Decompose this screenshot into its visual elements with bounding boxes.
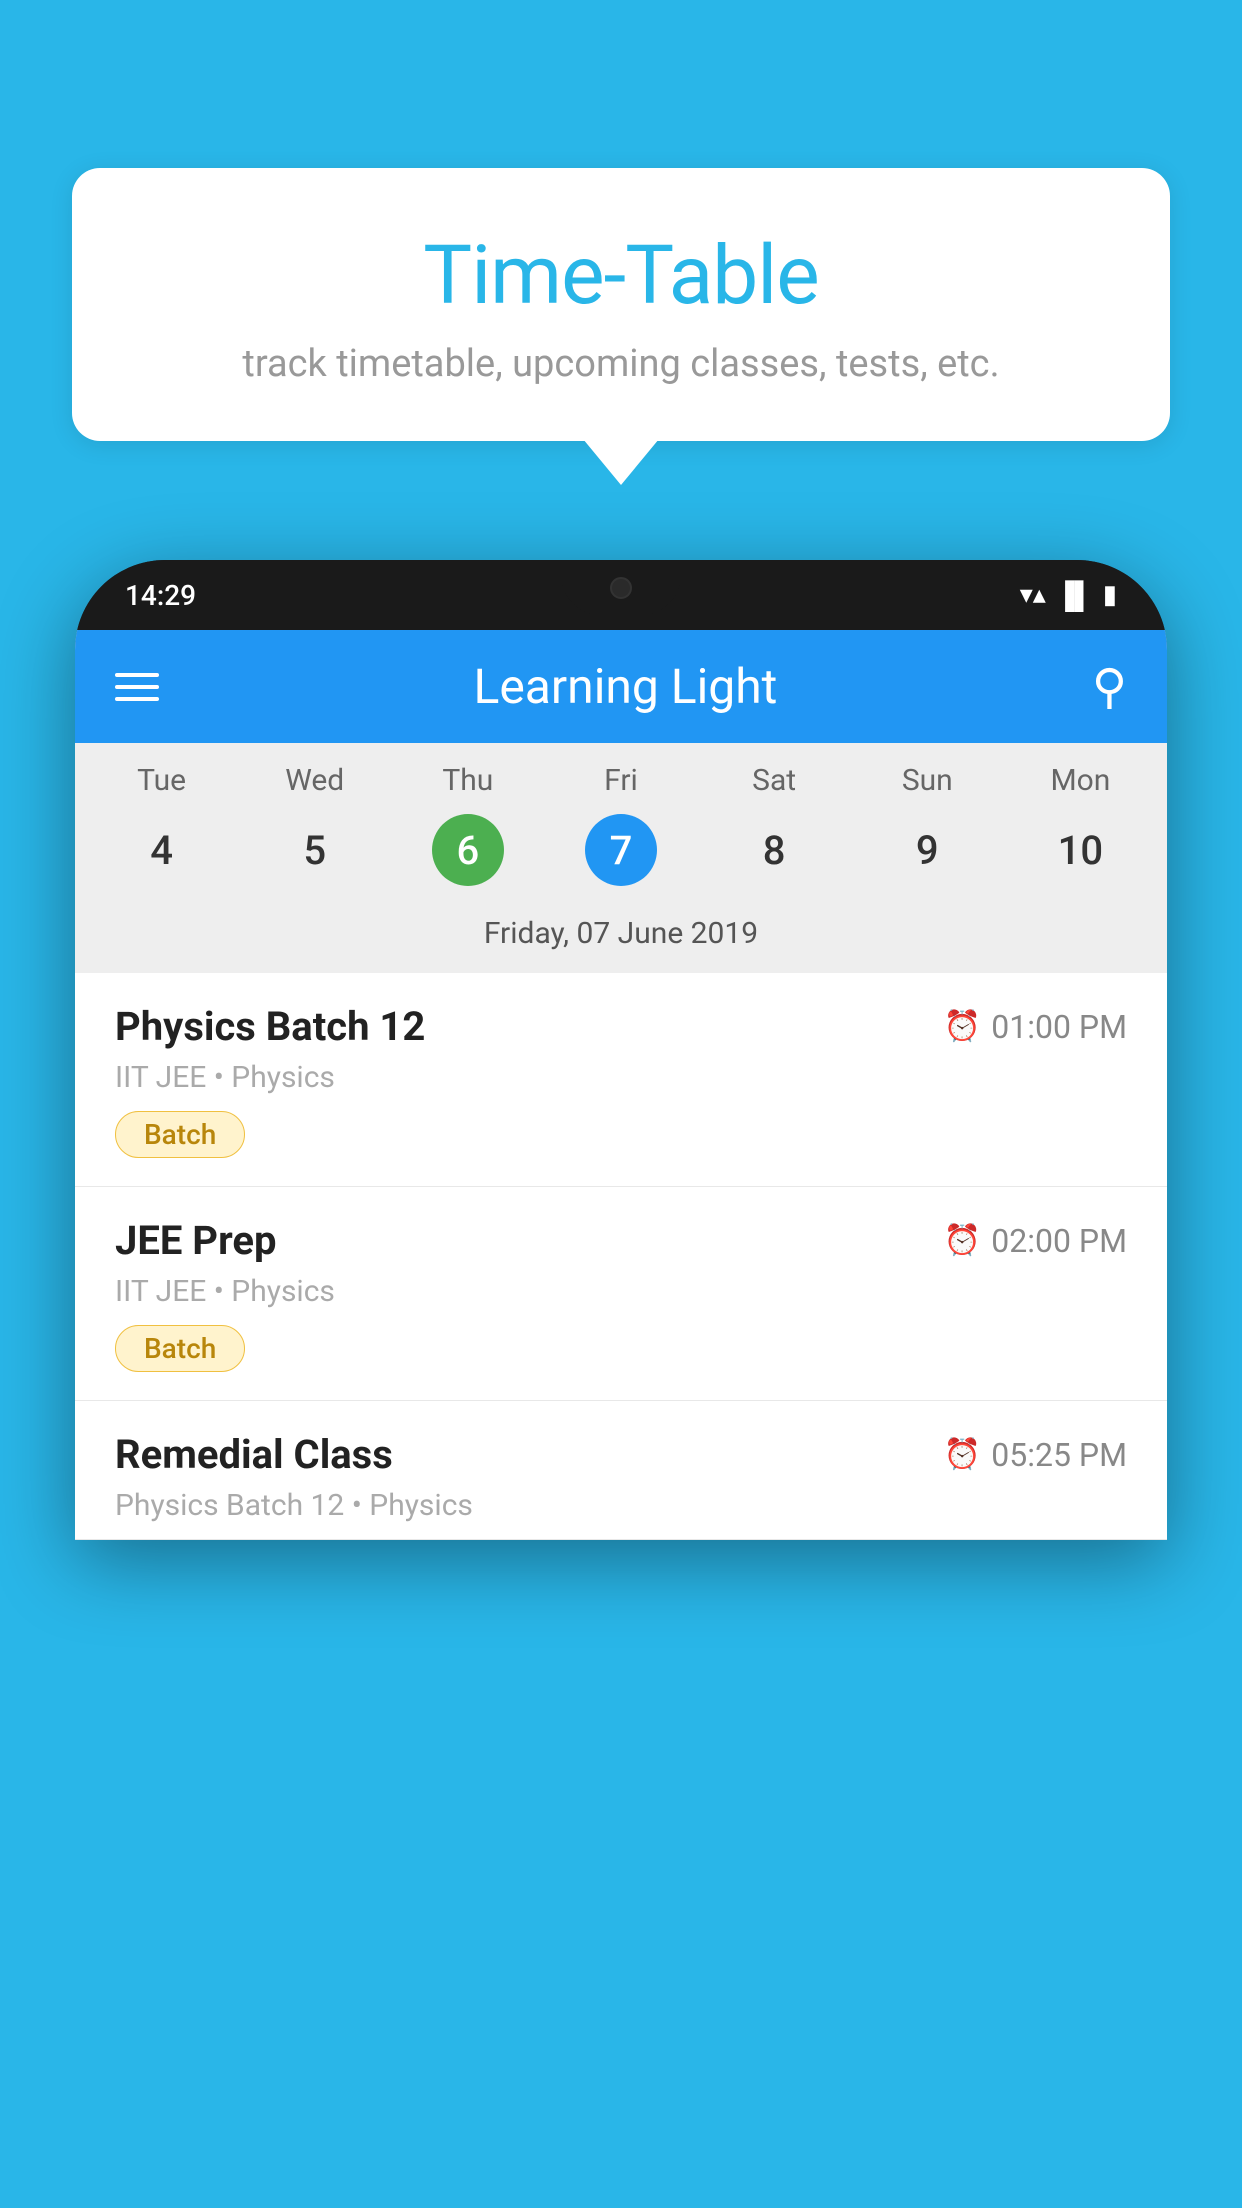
schedule-item-2[interactable]: JEE Prep ⏰ 02:00 PM IIT JEE • Physics Ba…	[75, 1187, 1167, 1401]
schedule-title-1: Physics Batch 12	[115, 1003, 425, 1050]
date-5[interactable]: 5	[238, 814, 391, 886]
time-value-2: 02:00 PM	[991, 1222, 1127, 1260]
day-sun: Sun	[851, 763, 1004, 798]
clock-icon-2: ⏰	[944, 1223, 981, 1258]
date-8[interactable]: 8	[698, 814, 851, 886]
week-dates: 4 5 6 7 8 9	[75, 806, 1167, 906]
app-header: Learning Light ⚲	[75, 630, 1167, 743]
day-fri: Fri	[544, 763, 697, 798]
schedule-time-3: ⏰ 05:25 PM	[944, 1436, 1127, 1474]
schedule-meta-1: IIT JEE • Physics	[115, 1060, 1127, 1095]
status-icons: ▾▴ ▐▌ ▮	[1020, 580, 1117, 611]
phone-mockup: 14:29 ▾▴ ▐▌ ▮ Learning Light ⚲	[75, 560, 1167, 2208]
schedule-item-3[interactable]: Remedial Class ⏰ 05:25 PM Physics Batch …	[75, 1401, 1167, 1540]
status-bar: 14:29 ▾▴ ▐▌ ▮	[75, 560, 1167, 630]
day-tue: Tue	[85, 763, 238, 798]
clock-icon-3: ⏰	[944, 1437, 981, 1472]
date-6-today[interactable]: 6	[391, 814, 544, 886]
speech-bubble: Time-Table track timetable, upcoming cla…	[72, 168, 1170, 441]
bubble-title: Time-Table	[112, 228, 1130, 324]
schedule-title-3: Remedial Class	[115, 1431, 393, 1478]
schedule-time-1: ⏰ 01:00 PM	[944, 1008, 1127, 1046]
date-10[interactable]: 10	[1004, 814, 1157, 886]
clock-icon-1: ⏰	[944, 1009, 981, 1044]
phone-frame: 14:29 ▾▴ ▐▌ ▮ Learning Light ⚲	[75, 560, 1167, 1540]
battery-icon: ▮	[1103, 580, 1117, 610]
wifi-icon: ▾▴	[1020, 580, 1046, 610]
search-icon[interactable]: ⚲	[1092, 658, 1127, 715]
calendar-section: Tue Wed Thu Fri Sat Sun Mon 4 5	[75, 743, 1167, 973]
bubble-subtitle: track timetable, upcoming classes, tests…	[112, 342, 1130, 386]
app-title: Learning Light	[474, 658, 778, 715]
status-time: 14:29	[125, 579, 196, 612]
schedule-meta-3: Physics Batch 12 • Physics	[115, 1488, 1127, 1523]
date-7-selected[interactable]: 7	[544, 814, 697, 886]
schedule-title-2: JEE Prep	[115, 1217, 276, 1264]
notch	[561, 560, 681, 615]
batch-badge-2: Batch	[115, 1325, 245, 1372]
batch-badge-1: Batch	[115, 1111, 245, 1158]
signal-icon: ▐▌	[1056, 580, 1093, 611]
schedule-item-2-header: JEE Prep ⏰ 02:00 PM	[115, 1217, 1127, 1264]
schedule-item-1-header: Physics Batch 12 ⏰ 01:00 PM	[115, 1003, 1127, 1050]
schedule-list: Physics Batch 12 ⏰ 01:00 PM IIT JEE • Ph…	[75, 973, 1167, 1540]
schedule-item-1[interactable]: Physics Batch 12 ⏰ 01:00 PM IIT JEE • Ph…	[75, 973, 1167, 1187]
schedule-meta-2: IIT JEE • Physics	[115, 1274, 1127, 1309]
schedule-item-3-header: Remedial Class ⏰ 05:25 PM	[115, 1431, 1127, 1478]
day-mon: Mon	[1004, 763, 1157, 798]
app-screen: Learning Light ⚲ Tue Wed Thu Fri Sat Sun…	[75, 630, 1167, 1540]
date-4[interactable]: 4	[85, 814, 238, 886]
day-thu: Thu	[391, 763, 544, 798]
front-camera	[610, 577, 632, 599]
week-days-header: Tue Wed Thu Fri Sat Sun Mon	[75, 743, 1167, 806]
date-9[interactable]: 9	[851, 814, 1004, 886]
time-value-3: 05:25 PM	[991, 1436, 1127, 1474]
time-value-1: 01:00 PM	[991, 1008, 1127, 1046]
selected-date-label: Friday, 07 June 2019	[75, 906, 1167, 973]
schedule-time-2: ⏰ 02:00 PM	[944, 1222, 1127, 1260]
hamburger-menu-icon[interactable]	[115, 673, 159, 701]
day-sat: Sat	[698, 763, 851, 798]
day-wed: Wed	[238, 763, 391, 798]
